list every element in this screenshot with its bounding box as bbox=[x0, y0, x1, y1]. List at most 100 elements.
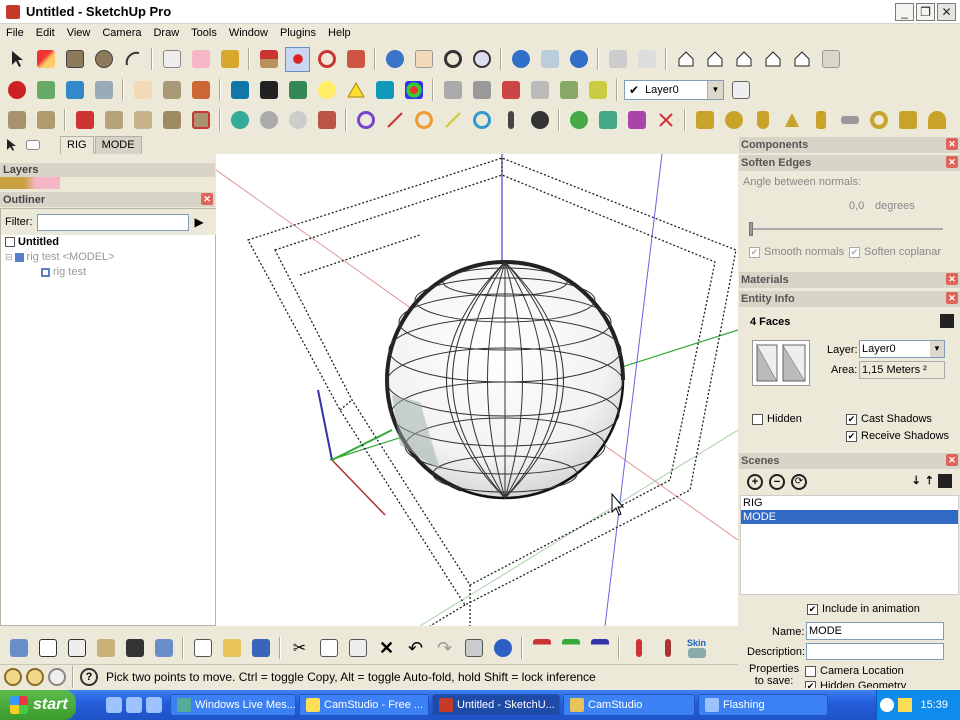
help-icon[interactable]: ? bbox=[80, 667, 98, 686]
tree-item-rig-test[interactable]: rig test bbox=[41, 266, 86, 278]
cast-shadows-check[interactable]: ✔ Cast Shadows bbox=[846, 413, 932, 425]
play-icon[interactable] bbox=[227, 108, 252, 133]
quicklaunch-browser-icon[interactable] bbox=[126, 697, 142, 713]
share-model-icon[interactable] bbox=[537, 47, 562, 72]
geo-location-icon[interactable] bbox=[4, 667, 22, 686]
dark-ball-icon[interactable] bbox=[527, 108, 552, 133]
orbit-icon[interactable] bbox=[382, 47, 407, 72]
pan-hand-icon[interactable] bbox=[411, 47, 436, 72]
prism-primitive-icon[interactable] bbox=[895, 108, 920, 133]
chevron-down-icon[interactable]: ▼ bbox=[930, 341, 944, 357]
first-frame-icon[interactable] bbox=[62, 78, 87, 103]
add-scene-icon[interactable]: + bbox=[747, 474, 763, 490]
scale-tool-icon[interactable] bbox=[159, 78, 184, 103]
scenes-title-bar[interactable]: Scenes ✕ bbox=[739, 453, 960, 469]
section-fill-icon[interactable] bbox=[469, 78, 494, 103]
menu-file[interactable]: File bbox=[0, 27, 30, 39]
menu-help[interactable]: Help bbox=[322, 27, 357, 39]
restore-button[interactable]: ❐ bbox=[916, 3, 935, 21]
minimize-button[interactable]: _ bbox=[895, 3, 914, 21]
hidden-geometry-check[interactable]: ✔ Hidden Geometry bbox=[805, 680, 906, 688]
dome-primitive-icon[interactable] bbox=[924, 108, 949, 133]
axis-j-icon[interactable] bbox=[529, 636, 554, 661]
undo-walk-icon[interactable] bbox=[33, 78, 58, 103]
bone-tool-icon[interactable] bbox=[626, 636, 651, 661]
start-button[interactable]: start bbox=[0, 690, 76, 720]
sandbox-contour-icon[interactable] bbox=[33, 108, 58, 133]
undo-icon[interactable]: ↶ bbox=[403, 636, 428, 661]
parallel-view-icon[interactable] bbox=[634, 47, 659, 72]
box-primitive-icon[interactable] bbox=[692, 108, 717, 133]
plane-primitive-icon[interactable] bbox=[837, 108, 862, 133]
tray-app-icon[interactable] bbox=[898, 698, 913, 712]
flip-tool-icon[interactable] bbox=[188, 78, 213, 103]
tab-mode[interactable]: MODE bbox=[94, 136, 142, 154]
red-cross-icon[interactable] bbox=[653, 108, 678, 133]
entity-info-title-bar[interactable]: Entity Info ✕ bbox=[739, 291, 960, 307]
menu-tools[interactable]: Tools bbox=[185, 27, 223, 39]
house-front-icon[interactable] bbox=[731, 47, 756, 72]
components-close-icon[interactable]: ✕ bbox=[946, 138, 958, 150]
tree-item-rig-test-model[interactable]: ⊟ rig test <MODEL> bbox=[5, 251, 115, 263]
component-edit-icon[interactable] bbox=[498, 78, 523, 103]
orange-ring-icon[interactable] bbox=[411, 108, 436, 133]
scene-list-item-selected[interactable]: MODE bbox=[741, 510, 958, 524]
torus-primitive-icon[interactable] bbox=[866, 108, 891, 133]
sphere-primitive-icon[interactable] bbox=[721, 108, 746, 133]
layers-toolbar-icons[interactable] bbox=[0, 177, 60, 189]
house-iso-icon[interactable] bbox=[673, 47, 698, 72]
close-window-button[interactable]: ✕ bbox=[937, 3, 956, 21]
tab-rig[interactable]: RIG bbox=[60, 136, 94, 154]
pencil-tool-icon[interactable] bbox=[33, 47, 58, 72]
stl-export-icon[interactable] bbox=[585, 78, 610, 103]
eraser-small-icon[interactable] bbox=[22, 136, 44, 154]
cylinder-primitive-icon[interactable] bbox=[750, 108, 775, 133]
spring-icon[interactable] bbox=[595, 108, 620, 133]
tray-arrow-icon[interactable] bbox=[880, 698, 895, 712]
needle-icon[interactable] bbox=[498, 108, 523, 133]
move-scene-down-icon[interactable]: ⇣ bbox=[912, 474, 921, 488]
credits-icon[interactable] bbox=[26, 667, 44, 686]
film-icon[interactable] bbox=[256, 78, 281, 103]
update-scene-icon[interactable]: ⟳ bbox=[791, 474, 807, 490]
move-tool-icon[interactable] bbox=[285, 46, 310, 72]
arc-tool-icon[interactable] bbox=[120, 47, 145, 72]
select-tool-icon[interactable] bbox=[4, 47, 29, 72]
joint-tool-icon[interactable] bbox=[655, 636, 680, 661]
open-file-icon[interactable] bbox=[219, 636, 244, 661]
smoove-icon[interactable] bbox=[72, 108, 97, 133]
menu-camera[interactable]: Camera bbox=[96, 27, 147, 39]
outliner-close-icon[interactable]: ✕ bbox=[201, 193, 213, 205]
rotate-tool-icon[interactable] bbox=[314, 47, 339, 72]
face-material-swatch[interactable] bbox=[752, 340, 810, 386]
hand-tool-icon[interactable] bbox=[130, 78, 155, 103]
save-file-icon[interactable] bbox=[248, 636, 273, 661]
task-camstudio-free[interactable]: CamStudio - Free ... bbox=[299, 694, 429, 716]
paste-icon[interactable] bbox=[345, 636, 370, 661]
move-scene-up-icon[interactable]: ⇡ bbox=[925, 474, 934, 488]
info-icon[interactable] bbox=[490, 636, 515, 661]
task-flashing[interactable]: Flashing bbox=[698, 694, 828, 716]
redo-icon[interactable]: ↷ bbox=[432, 636, 457, 661]
pin-icon[interactable] bbox=[624, 108, 649, 133]
follow-me-icon[interactable] bbox=[343, 47, 368, 72]
add-detail-icon[interactable] bbox=[159, 108, 184, 133]
chevron-down-icon[interactable]: ▼ bbox=[707, 81, 723, 99]
cut-icon[interactable]: ✂ bbox=[287, 636, 312, 661]
circle-tool-icon[interactable] bbox=[91, 47, 116, 72]
rectangle-tool-icon[interactable] bbox=[62, 47, 87, 72]
green-sphere-icon[interactable] bbox=[566, 108, 591, 133]
menu-draw[interactable]: Draw bbox=[147, 27, 185, 39]
dots-icon[interactable] bbox=[401, 78, 426, 103]
gear-plugin-icon[interactable] bbox=[285, 78, 310, 103]
axis-v-icon[interactable] bbox=[558, 636, 583, 661]
cone-primitive-icon[interactable] bbox=[779, 108, 804, 133]
filter-input[interactable] bbox=[36, 213, 189, 231]
receive-shadows-check[interactable]: ✔ Receive Shadows bbox=[846, 430, 949, 442]
wireframe-style-icon[interactable] bbox=[35, 636, 60, 661]
snap-icon[interactable] bbox=[556, 78, 581, 103]
menu-plugins[interactable]: Plugins bbox=[274, 27, 322, 39]
soften-edges-close-icon[interactable]: ✕ bbox=[946, 156, 958, 168]
filter-arrow-icon[interactable]: ▶ bbox=[195, 215, 204, 229]
soften-coplanar-check[interactable]: ✔ Soften coplanar bbox=[849, 246, 941, 258]
